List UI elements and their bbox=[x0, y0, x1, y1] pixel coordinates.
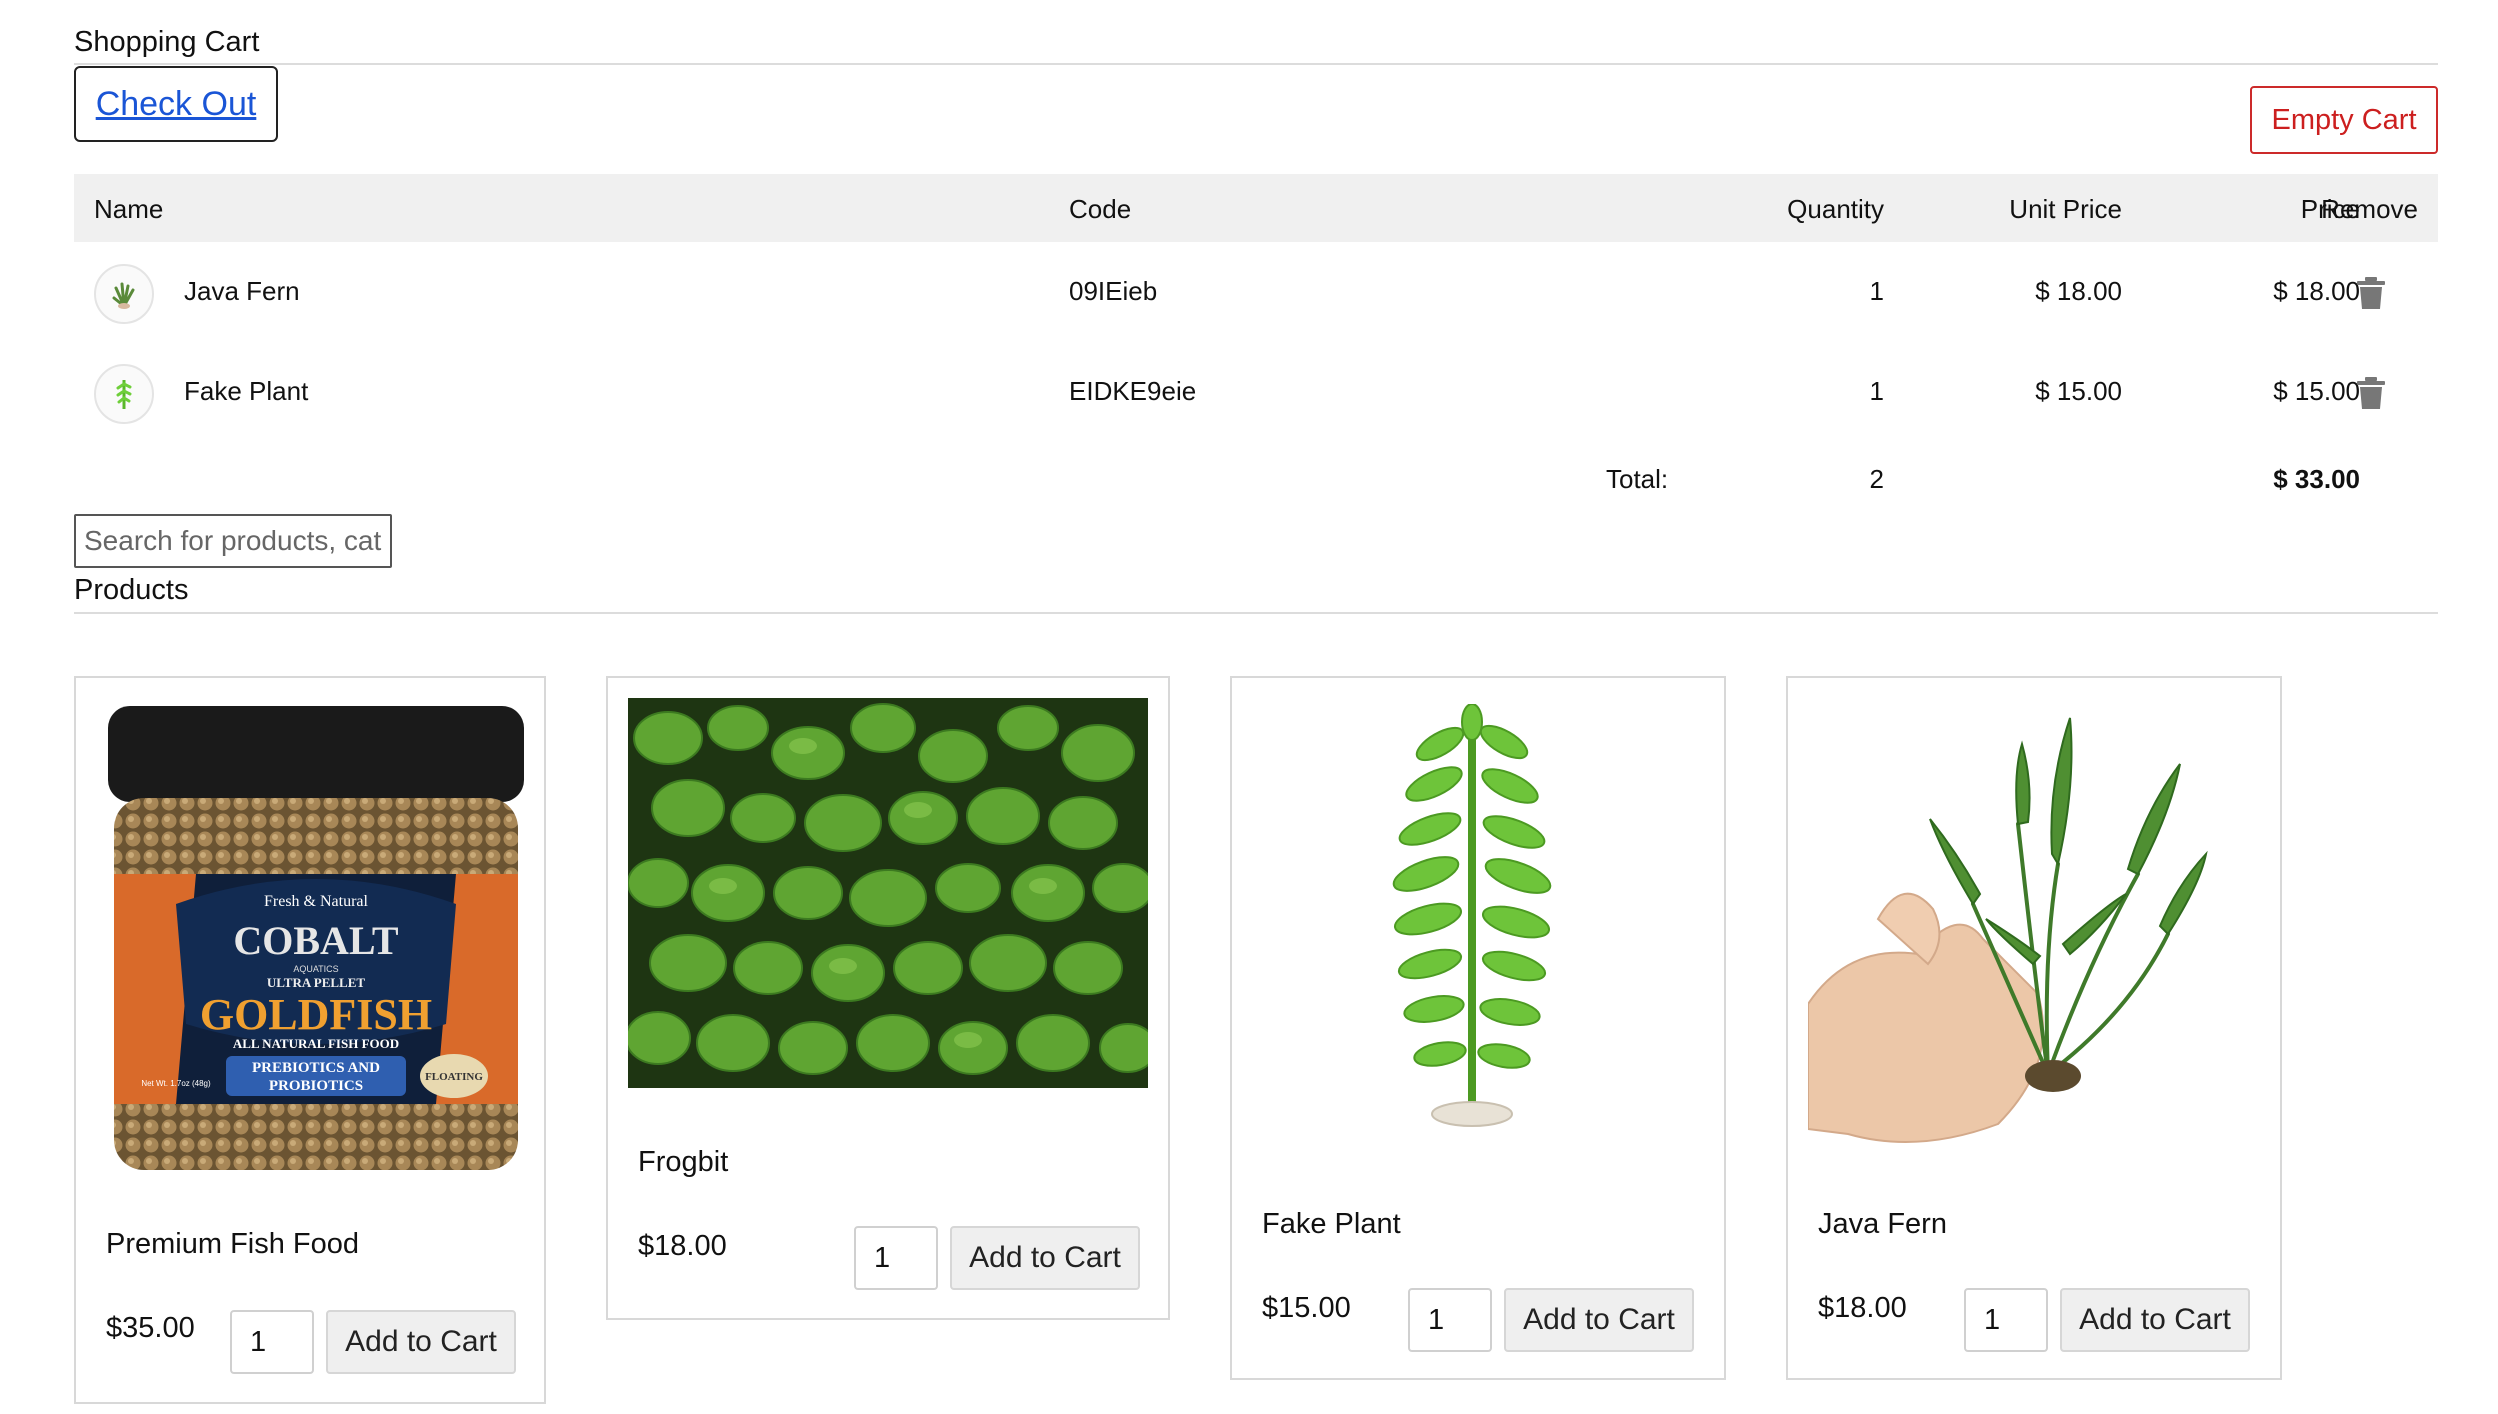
product-price: $35.00 bbox=[106, 1312, 195, 1344]
cart-table: Name Code Quantity Unit Price Price Remo… bbox=[74, 174, 2438, 512]
product-price: $15.00 bbox=[1262, 1292, 1351, 1324]
label-text: PREBIOTICS AND bbox=[252, 1060, 380, 1076]
fake-plant-image bbox=[1322, 704, 1622, 1134]
quantity-input[interactable] bbox=[854, 1226, 938, 1290]
product-name: Fake Plant bbox=[1262, 1208, 1401, 1240]
products-title: Products bbox=[74, 574, 189, 606]
label-text: Fresh & Natural bbox=[264, 893, 369, 910]
total-label: Total: bbox=[1606, 464, 1669, 494]
checkout-button[interactable]: Check Out bbox=[74, 66, 278, 142]
product-name: Frogbit bbox=[638, 1146, 729, 1178]
cart-title: Shopping Cart bbox=[74, 26, 260, 58]
total-price: $ 33.00 bbox=[2273, 464, 2360, 494]
cart-divider bbox=[74, 63, 2438, 65]
cart-item-code: 09IEieb bbox=[1069, 276, 1158, 306]
cart-item-name: Java Fern bbox=[184, 276, 300, 306]
label-text: Net Wt. 1.7oz (48g) bbox=[141, 1079, 211, 1088]
product-card: Fresh & Natural COBALT AQUATICS ULTRA PE… bbox=[74, 676, 546, 1404]
cart-totals-row: Total: 2 $ 33.00 bbox=[74, 442, 2438, 512]
cart-table-header: Name Code Quantity Unit Price Price Remo… bbox=[74, 174, 2438, 242]
column-header-remove: Remove bbox=[2321, 194, 2418, 224]
trash-icon[interactable] bbox=[2356, 376, 2386, 410]
cart-item-price: $ 15.00 bbox=[2273, 376, 2360, 406]
java-fern-thumbnail bbox=[94, 264, 154, 324]
cart-item-quantity: 1 bbox=[1869, 276, 1884, 306]
column-header-code: Code bbox=[1069, 194, 1132, 224]
label-text: ULTRA PELLET bbox=[267, 975, 365, 990]
add-to-cart-button[interactable]: Add to Cart bbox=[2060, 1288, 2250, 1352]
add-to-cart-button[interactable]: Add to Cart bbox=[326, 1310, 516, 1374]
quantity-input[interactable] bbox=[1408, 1288, 1492, 1352]
product-price: $18.00 bbox=[638, 1230, 727, 1262]
label-text: GOLDFISH bbox=[200, 990, 432, 1039]
cart-item-name: Fake Plant bbox=[184, 376, 309, 406]
products-divider bbox=[74, 612, 2438, 614]
product-card: Java Fern $18.00 Add to Cart bbox=[1786, 676, 2282, 1380]
cart-item-unit-price: $ 18.00 bbox=[2035, 276, 2122, 306]
fish-food-jar-image: Fresh & Natural COBALT AQUATICS ULTRA PE… bbox=[106, 704, 526, 1184]
cart-item-price: $ 18.00 bbox=[2273, 276, 2360, 306]
column-header-quantity: Quantity bbox=[1787, 194, 1884, 224]
cart-row: Java Fern 09IEieb 1 $ 18.00 $ 18.00 bbox=[74, 242, 2438, 342]
label-text: AQUATICS bbox=[293, 964, 338, 974]
label-text: FLOATING bbox=[425, 1071, 483, 1083]
quantity-input[interactable] bbox=[230, 1310, 314, 1374]
search-input[interactable] bbox=[74, 514, 392, 568]
trash-icon[interactable] bbox=[2356, 276, 2386, 310]
add-to-cart-button[interactable]: Add to Cart bbox=[950, 1226, 1140, 1290]
product-name: Premium Fish Food bbox=[106, 1228, 360, 1260]
column-header-name: Name bbox=[94, 194, 164, 224]
frogbit-plants-image bbox=[628, 698, 1148, 1088]
label-text: ALL NATURAL FISH FOOD bbox=[233, 1036, 399, 1051]
cart-item-unit-price: $ 15.00 bbox=[2035, 376, 2122, 406]
add-to-cart-button[interactable]: Add to Cart bbox=[1504, 1288, 1694, 1352]
cart-item-quantity: 1 bbox=[1869, 376, 1884, 406]
label-text: PROBIOTICS bbox=[269, 1078, 363, 1094]
cart-row: Fake Plant EIDKE9eie 1 $ 15.00 $ 15.00 bbox=[74, 342, 2438, 442]
product-card: Frogbit $18.00 Add to Cart bbox=[606, 676, 1170, 1320]
product-name: Java Fern bbox=[1818, 1208, 1947, 1240]
column-header-unit-price: Unit Price bbox=[2009, 194, 2122, 224]
cart-item-code: EIDKE9eie bbox=[1069, 376, 1197, 406]
java-fern-in-hand-image bbox=[1808, 704, 2258, 1154]
total-quantity: 2 bbox=[1869, 464, 1884, 494]
quantity-input[interactable] bbox=[1964, 1288, 2048, 1352]
label-text: COBALT bbox=[233, 918, 399, 963]
empty-cart-button[interactable]: Empty Cart bbox=[2250, 86, 2438, 154]
fake-plant-thumbnail bbox=[94, 364, 154, 424]
product-card: Fake Plant $15.00 Add to Cart bbox=[1230, 676, 1726, 1380]
product-price: $18.00 bbox=[1818, 1292, 1907, 1324]
